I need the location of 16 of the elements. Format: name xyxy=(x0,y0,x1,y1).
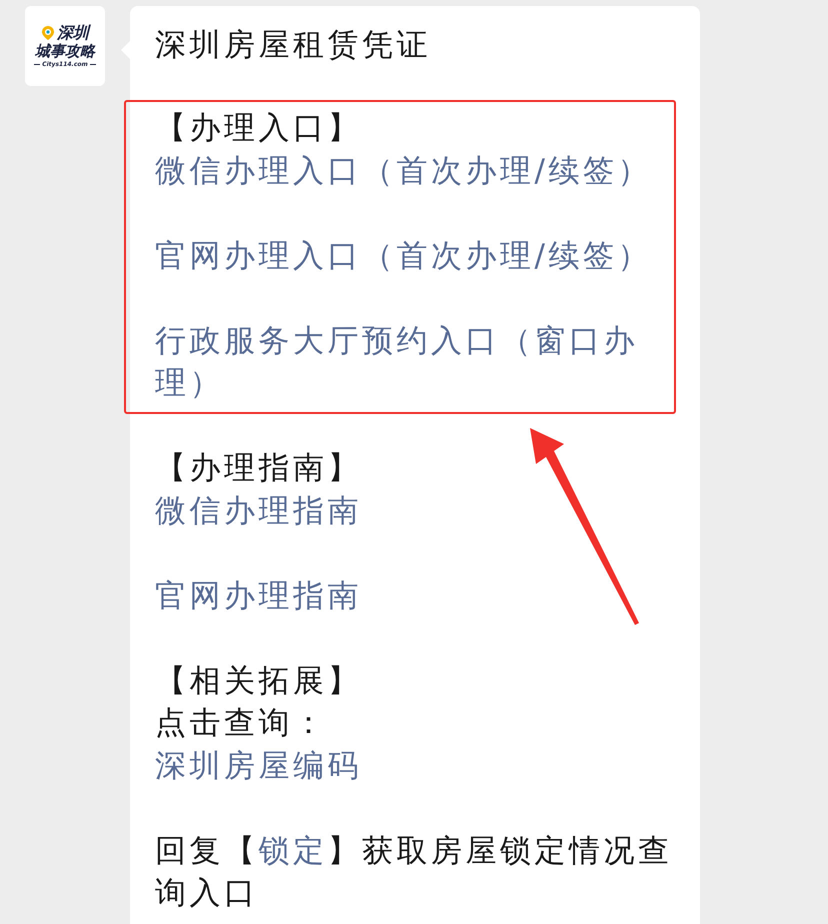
link[interactable]: 官网办理入口（首次办理/续签） xyxy=(155,234,652,277)
logo-text: 城事攻略 xyxy=(35,42,95,60)
body-text: 点击查询： xyxy=(155,704,328,743)
section-heading: 【办理入口】 xyxy=(155,109,362,148)
logo-text: 深圳 xyxy=(57,24,89,42)
message-title: 深圳房屋租赁凭证 xyxy=(155,27,431,63)
link[interactable]: 官网办理指南 xyxy=(155,574,362,617)
link[interactable]: 微信办理入口（首次办理/续签） xyxy=(155,150,652,192)
link[interactable]: 微信办理指南 xyxy=(155,490,362,532)
link[interactable]: 锁定 xyxy=(258,832,328,868)
section-heading: 【相关拓展】 xyxy=(155,662,362,700)
section-heading: 【办理指南】 xyxy=(155,449,362,488)
link[interactable]: 行政服务大厅预约入口（窗口办理） xyxy=(155,320,655,404)
link[interactable]: 深圳房屋编码 xyxy=(155,744,362,787)
location-pin-icon xyxy=(41,24,55,40)
body-text: 回复【锁定】获取房屋锁定情况查询入口 xyxy=(155,832,674,913)
